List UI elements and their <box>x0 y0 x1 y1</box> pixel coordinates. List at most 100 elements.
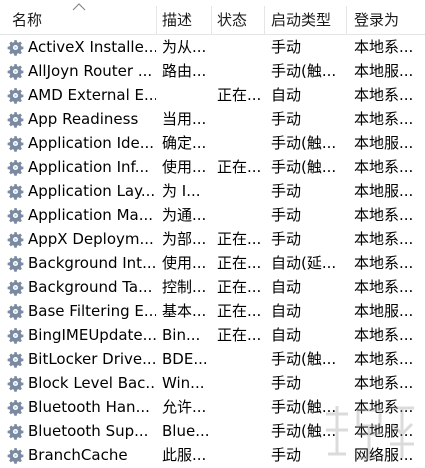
service-status: 正在... <box>217 278 262 296</box>
service-description: Win... <box>162 374 205 392</box>
table-row[interactable]: Background Int... 使用... 正在... 自动(延... 本地… <box>0 251 425 275</box>
service-name: Application Inf... <box>28 158 150 176</box>
service-description: 为部... <box>162 230 207 248</box>
service-name: App Readiness <box>28 110 139 128</box>
services-list: 名称 描述 状态 启动类型 登录为 ActiveX Installe... 为从… <box>0 0 425 468</box>
service-name: Bluetooth Sup... <box>28 422 149 440</box>
service-description: BDE... <box>162 350 208 368</box>
service-status <box>211 443 264 467</box>
column-header-logon-as[interactable]: 登录为 <box>346 0 425 34</box>
service-name: Application Ma... <box>28 206 154 224</box>
service-status: 正在... <box>217 326 262 344</box>
service-logon-as: 本地系... <box>354 254 414 272</box>
service-status: 正在... <box>217 254 262 272</box>
service-status <box>211 179 264 203</box>
service-status: 正在... <box>217 158 262 176</box>
service-logon-as: 本地系... <box>354 350 414 368</box>
service-name: AllJoyn Router ... <box>28 62 153 80</box>
service-description: 为 I... <box>162 182 201 200</box>
table-row[interactable]: Application Inf... 使用... 正在... 手动(触... 本… <box>0 155 425 179</box>
service-description: 路由... <box>162 62 207 80</box>
table-row[interactable]: Application Lay... 为 I... 手动 本地服... <box>0 179 425 203</box>
service-status: 正在... <box>217 230 262 248</box>
table-row[interactable]: ActiveX Installe... 为从... 手动 本地系... <box>0 35 425 59</box>
service-logon-as: 本地系... <box>354 230 414 248</box>
service-startup-type: 自动 <box>271 326 302 344</box>
service-status <box>211 107 264 131</box>
service-description: 基本... <box>162 302 207 320</box>
sort-ascending-icon <box>72 3 86 11</box>
service-status <box>211 419 264 443</box>
table-row[interactable]: Application Ma... 为通... 手动 本地系... <box>0 203 425 227</box>
service-name: BingIMEUpdate... <box>28 326 156 344</box>
service-status: 正在... <box>217 302 262 320</box>
service-logon-as: 本地服... <box>354 62 414 80</box>
service-name: BitLocker Drive... <box>28 350 156 368</box>
service-name: AMD External E... <box>28 86 156 104</box>
service-name: Background Int... <box>28 254 156 272</box>
service-startup-type: 手动 <box>271 374 302 392</box>
table-row[interactable]: Block Level Bac... Win... 手动 本地系... <box>0 371 425 395</box>
table-row[interactable]: Background Ta... 控制... 正在... 自动 本地系... <box>0 275 425 299</box>
column-header-description-label: 描述 <box>162 11 193 29</box>
service-startup-type: 手动 <box>271 230 302 248</box>
service-description: Bin... <box>162 326 201 344</box>
table-row[interactable]: BingIMEUpdate... Bin... 正在... 自动 本地系... <box>0 323 425 347</box>
service-logon-as: 本地系... <box>354 206 414 224</box>
service-description: 此服... <box>162 446 207 464</box>
service-status <box>211 371 264 395</box>
table-row[interactable]: App Readiness 当用... 手动 本地系... <box>0 107 425 131</box>
service-logon-as: 本地系... <box>354 158 414 176</box>
column-header-startup-type-label: 启动类型 <box>271 11 332 29</box>
service-logon-as: 本地服... <box>354 134 414 152</box>
service-status <box>211 347 264 371</box>
service-name: Application Lay... <box>28 182 156 200</box>
service-status <box>211 395 264 419</box>
service-logon-as: 本地服... <box>354 302 414 320</box>
service-status <box>211 59 264 83</box>
service-description: 为通... <box>162 206 207 224</box>
service-startup-type: 手动 <box>271 38 302 56</box>
column-header-startup-type[interactable]: 启动类型 <box>264 0 346 34</box>
service-logon-as: 本地系... <box>354 326 414 344</box>
column-header-status[interactable]: 状态 <box>211 0 264 34</box>
service-name: Application Ide... <box>28 134 155 152</box>
service-name: Block Level Bac... <box>28 374 156 392</box>
service-logon-as: 本地系... <box>354 38 414 56</box>
column-header-name-label: 名称 <box>12 11 43 29</box>
column-header-status-label: 状态 <box>217 11 248 29</box>
table-row[interactable]: AllJoyn Router ... 路由... 手动(触... 本地服... <box>0 59 425 83</box>
service-logon-as: 本地系... <box>354 374 414 392</box>
table-row[interactable]: AMD External E... 正在... 自动 本地系... <box>0 83 425 107</box>
service-startup-type: 手动 <box>271 182 302 200</box>
service-status <box>211 131 264 155</box>
service-name: Bluetooth Han... <box>28 398 150 416</box>
service-name: ActiveX Installe... <box>28 38 156 56</box>
service-status <box>211 35 264 59</box>
service-startup-type: 手动 <box>271 110 302 128</box>
service-status <box>211 203 264 227</box>
table-row[interactable]: Base Filtering E... 基本... 正在... 自动 本地服..… <box>0 299 425 323</box>
service-description: 使用... <box>162 158 207 176</box>
service-startup-type: 手动 <box>271 206 302 224</box>
service-name: BranchCache <box>28 446 128 464</box>
column-header-logon-as-label: 登录为 <box>354 11 400 29</box>
table-row[interactable]: BitLocker Drive... BDE... 手动(触... 本地系... <box>0 347 425 371</box>
service-description: 为从... <box>162 38 207 56</box>
service-description: 确定... <box>162 134 207 152</box>
service-startup-type: 手动(触... <box>271 134 337 152</box>
column-header: 名称 描述 状态 启动类型 登录为 <box>0 0 425 35</box>
table-row[interactable]: Application Ide... 确定... 手动(触... 本地服... <box>0 131 425 155</box>
service-startup-type: 手动(触... <box>271 62 337 80</box>
service-startup-type: 自动 <box>271 86 302 104</box>
service-startup-type: 手动(触... <box>271 350 337 368</box>
service-description: 允许... <box>162 398 207 416</box>
column-header-description[interactable]: 描述 <box>156 0 211 34</box>
table-row[interactable]: AppX Deploym... 为部... 正在... 手动 本地系... <box>0 227 425 251</box>
service-logon-as: 本地服... <box>354 182 414 200</box>
watermark-logo <box>326 406 414 460</box>
service-logon-as: 本地系... <box>354 86 414 104</box>
service-startup-type: 自动(延... <box>271 254 337 272</box>
service-startup-type: 自动 <box>271 278 302 296</box>
service-name: AppX Deploym... <box>28 230 154 248</box>
